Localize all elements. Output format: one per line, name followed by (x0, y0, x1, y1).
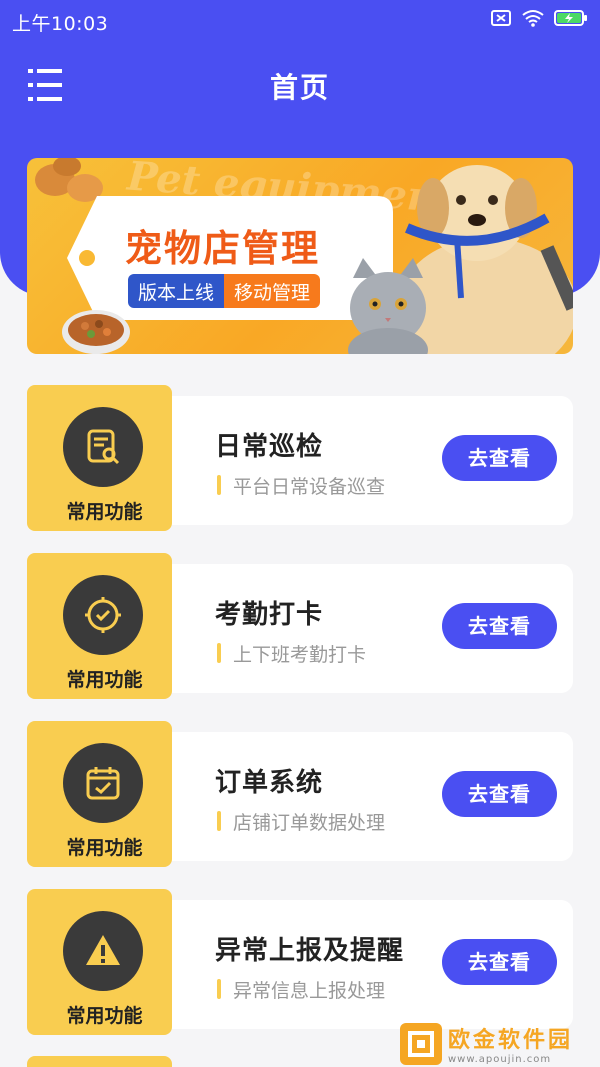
badge-label: 常用功能 (66, 501, 143, 523)
warning-icon (63, 911, 143, 991)
card-badge: 常用功能 (27, 553, 172, 699)
feature-card: 常用功能 考勤打卡 上下班考勤打卡 去查看 (27, 553, 573, 699)
status-time: 上午10:03 (12, 13, 109, 35)
battery-charging-icon (554, 9, 588, 27)
card-title: 订单系统 (215, 768, 324, 798)
badge-label: 常用功能 (66, 1005, 143, 1027)
status-bar: 上午10:03 (0, 0, 600, 40)
view-button[interactable]: 去查看 (442, 771, 557, 817)
report-search-icon (63, 407, 143, 487)
calendar-check-icon (63, 743, 143, 823)
banner-pill: 版本上线 移动管理 (128, 274, 321, 308)
card-subtitle: 平台日常设备巡查 (217, 472, 385, 499)
feature-card: 常用功能 订单系统 店铺订单数据处理 去查看 (27, 721, 573, 867)
wifi-icon (522, 9, 544, 27)
view-button[interactable]: 去查看 (442, 603, 557, 649)
watermark-name: 欧金软件园 (448, 1028, 574, 1053)
banner-title: 宠物店管理 (125, 227, 320, 270)
card-title: 日常巡检 (215, 432, 324, 462)
banner-pill-left: 版本上线 (128, 274, 225, 308)
card-badge: 常用功能 (27, 889, 172, 1035)
view-button[interactable]: 去查看 (442, 939, 557, 985)
card-badge: 常用功能 (27, 721, 172, 867)
badge-label: 常用功能 (66, 837, 143, 859)
sim-off-icon (490, 9, 512, 27)
watermark-logo-icon (400, 1022, 442, 1065)
card-subtitle: 上下班考勤打卡 (217, 640, 366, 667)
watermark-text: 欧金软件园 www.apoujin.com (448, 1022, 573, 1065)
site-watermark: 欧金软件园 www.apoujin.com (400, 1020, 600, 1067)
page-title: 首页 (269, 71, 330, 104)
card-subtitle: 异常信息上报处理 (217, 976, 385, 1003)
card-badge: 常用功能 (27, 385, 172, 531)
feature-card-partial (27, 1056, 172, 1067)
nav-bar: 首页 (0, 56, 600, 116)
feature-card: 常用功能 日常巡检 平台日常设备巡查 去查看 (27, 385, 573, 531)
cat-illustration (348, 258, 428, 354)
banner-pill-right: 移动管理 (224, 274, 321, 308)
promo-banner[interactable]: Pet equipment 宠物店管理 版本上线 移动管理 (27, 158, 573, 354)
card-title: 异常上报及提醒 (215, 936, 405, 966)
card-title: 考勤打卡 (215, 600, 324, 630)
card-subtitle: 店铺订单数据处理 (217, 808, 385, 835)
clock-check-icon (63, 575, 143, 655)
view-button[interactable]: 去查看 (442, 435, 557, 481)
watermark-url: www.apoujin.com (448, 1054, 552, 1065)
badge-label: 常用功能 (66, 669, 143, 691)
status-icons (490, 9, 588, 27)
feature-card: 常用功能 异常上报及提醒 异常信息上报处理 去查看 (27, 889, 573, 1035)
pet-food-bowl-illustration (62, 310, 130, 354)
